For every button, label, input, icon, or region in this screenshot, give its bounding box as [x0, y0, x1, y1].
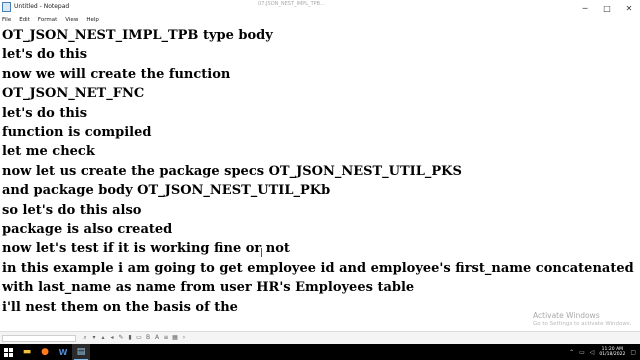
notepad-icon — [2, 2, 11, 12]
editor-line: function is compiled — [2, 125, 152, 140]
maximize-button[interactable]: □ — [596, 0, 618, 16]
window-title: Untitled - Notepad — [14, 3, 70, 10]
editor-line: OT_JSON_NEST_IMPL_TPB type body — [2, 28, 273, 43]
bold-icon[interactable]: B — [145, 334, 151, 342]
nav-icon[interactable]: ◂ — [109, 334, 115, 342]
highlight-icon[interactable]: ▮ — [127, 334, 133, 342]
text-editor[interactable]: OT_JSON_NEST_IMPL_TPB type body let's do… — [0, 26, 640, 331]
menu-help[interactable]: Help — [86, 16, 99, 25]
menu-file[interactable]: File — [2, 16, 11, 25]
more-icon[interactable]: › — [181, 334, 187, 342]
menu-view[interactable]: View — [65, 16, 78, 25]
title-left: Untitled - Notepad — [2, 2, 69, 12]
word-icon[interactable]: W — [54, 344, 72, 360]
editor-line: with last_name as name from user HR's Em… — [2, 280, 415, 296]
chevron-up-icon[interactable]: ⌃ — [569, 349, 574, 356]
menu-bar: File Edit Format View Help — [0, 16, 640, 25]
activate-title: Activate Windows — [533, 311, 600, 320]
find-icon[interactable]: ⌕ — [82, 334, 88, 342]
window-center-title: 07:JSON_NEST_IMPL_TPB... — [258, 1, 325, 7]
file-explorer-icon[interactable]: ▬ — [18, 344, 36, 360]
editor-line: now let's test if it is working fine or … — [2, 241, 290, 257]
editor-line: package is also created — [2, 222, 173, 237]
editor-line: now we will create the function — [2, 66, 231, 82]
text-cursor — [261, 248, 267, 257]
start-button[interactable] — [0, 344, 16, 360]
network-icon[interactable]: ▭ — [579, 349, 585, 356]
editor-line: OT_JSON_NET_FNC — [2, 86, 145, 102]
editor-line: so let's do this also — [2, 202, 142, 218]
notifications-icon[interactable]: ▢ — [630, 349, 636, 356]
firefox-icon[interactable]: ● — [36, 344, 54, 360]
volume-icon[interactable]: ◁ — [590, 349, 595, 356]
editor-line: let's do this — [2, 105, 88, 121]
up-arrow-icon[interactable]: ▴ — [100, 334, 106, 342]
comment-icon[interactable]: ▭ — [136, 334, 142, 342]
minimize-button[interactable]: ─ — [574, 0, 596, 16]
editor-line: and package body OT_JSON_NEST_UTIL_PKb — [2, 183, 331, 199]
editor-line: i'll nest them on the basis of the — [2, 299, 238, 315]
activate-windows-watermark: Activate Windows Go to Settings to activ… — [533, 311, 632, 327]
editor-line: in this example i am going to get employ… — [2, 260, 634, 276]
menu-edit[interactable]: Edit — [19, 16, 30, 25]
windows-logo-icon — [3, 347, 13, 357]
bottom-toolbar: ⌕ ▾ ▴ ◂ ✎ ▮ ▭ B A ≡ ▦ › — [0, 331, 640, 345]
font-icon[interactable]: A — [154, 334, 160, 342]
clock-date: 01/18/2022 — [599, 352, 626, 357]
system-tray: ⌃ ▭ ◁ 11:20 AM 01/18/2022 ▢ — [569, 344, 636, 360]
editor-line: let me check — [2, 144, 95, 160]
list-icon[interactable]: ≡ — [163, 334, 169, 342]
toolbar-input[interactable] — [2, 335, 76, 342]
close-button[interactable]: ✕ — [618, 0, 640, 16]
clock[interactable]: 11:20 AM 01/18/2022 — [599, 347, 625, 357]
editor-line: now let us create the package specs OT_J… — [2, 163, 462, 179]
activate-subtitle: Go to Settings to activate Windows. — [533, 321, 632, 327]
down-arrow-icon[interactable]: ▾ — [91, 334, 97, 342]
table-icon[interactable]: ▦ — [172, 334, 178, 342]
taskbar: ▬ ● W ▤ ⌃ ▭ ◁ 11:20 AM 01/18/2022 ▢ — [0, 344, 640, 360]
title-bar: Untitled - Notepad 07:JSON_NEST_IMPL_TPB… — [0, 0, 640, 16]
toolbar-icons: ⌕ ▾ ▴ ◂ ✎ ▮ ▭ B A ≡ ▦ › — [82, 334, 187, 342]
window-controls: ─ □ ✕ — [574, 0, 640, 16]
notepad-icon[interactable]: ▤ — [72, 344, 90, 360]
taskbar-apps: ▬ ● W ▤ — [18, 344, 90, 360]
editor-line: let's do this — [2, 47, 88, 63]
edit-icon[interactable]: ✎ — [118, 334, 124, 342]
menu-format[interactable]: Format — [38, 16, 57, 25]
